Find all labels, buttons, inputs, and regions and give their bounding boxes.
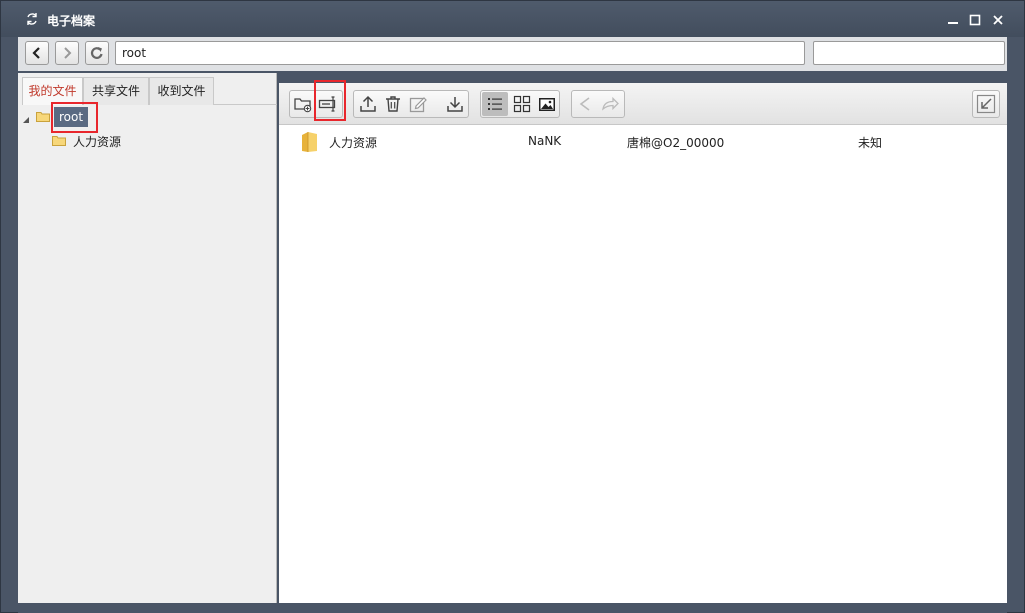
list-view-icon[interactable] xyxy=(482,92,508,116)
window-bottom-border xyxy=(18,603,1007,613)
toolbar-group-view xyxy=(480,90,560,118)
collapse-icon[interactable] xyxy=(976,94,996,114)
file-manager-window: 电子档案 root 我的文件 共享文件 收到文件 root 人力资源 人力资源 … xyxy=(0,0,1025,613)
title-bar: 电子档案 xyxy=(1,1,1024,37)
image-view-icon[interactable] xyxy=(537,94,557,114)
toolbar-group-share xyxy=(571,90,625,118)
upload-icon[interactable] xyxy=(358,94,378,114)
expand-arrow-icon[interactable] xyxy=(22,113,30,123)
main-content: 人力资源 NaNK 唐棉@O2_00000 未知 xyxy=(279,80,1007,603)
toolbar-group-collapse xyxy=(972,90,1000,118)
file-name[interactable]: 人力资源 xyxy=(329,134,377,151)
file-size: NaNK xyxy=(528,134,562,148)
window-title: 电子档案 xyxy=(47,14,96,28)
highlight-box-rename xyxy=(314,80,346,121)
forward-button[interactable] xyxy=(55,41,79,65)
search-input[interactable] xyxy=(813,41,1005,65)
file-owner: 唐棉@O2_00000 xyxy=(627,136,725,150)
refresh-button[interactable] xyxy=(85,41,109,65)
download-icon[interactable] xyxy=(445,94,465,114)
sidebar: 我的文件 共享文件 收到文件 root 人力资源 xyxy=(18,73,277,603)
tab-shared-files[interactable]: 共享文件 xyxy=(83,77,149,105)
highlight-box-root xyxy=(51,102,98,133)
tab-my-files[interactable]: 我的文件 xyxy=(22,77,83,105)
toolbar xyxy=(279,80,1007,125)
close-icon[interactable] xyxy=(992,14,1004,26)
list-item[interactable]: 人力资源 NaNK 唐棉@O2_00000 未知 xyxy=(279,127,1007,155)
folder-icon xyxy=(52,135,66,146)
grid-view-icon[interactable] xyxy=(512,94,532,114)
chevron-left-icon xyxy=(32,47,40,59)
refresh-icon xyxy=(90,47,103,59)
folder-icon xyxy=(299,130,321,157)
tree-node-child[interactable]: 人力资源 xyxy=(18,131,277,151)
folder-icon xyxy=(36,111,50,122)
sidebar-tabs: 我的文件 共享文件 收到文件 xyxy=(22,77,277,105)
new-folder-icon[interactable] xyxy=(293,94,313,114)
minimize-icon[interactable] xyxy=(947,14,959,26)
tree-label-child[interactable]: 人力资源 xyxy=(73,133,121,150)
path-input[interactable]: root xyxy=(115,41,805,65)
maximize-icon[interactable] xyxy=(969,14,981,26)
refresh-icon xyxy=(25,12,39,26)
edit-icon[interactable] xyxy=(408,94,428,114)
share-icon[interactable] xyxy=(575,94,595,114)
navigation-bar: root xyxy=(18,37,1007,71)
forward-icon[interactable] xyxy=(600,94,620,114)
tab-received-files[interactable]: 收到文件 xyxy=(149,77,214,105)
chevron-right-icon xyxy=(64,47,72,59)
back-button[interactable] xyxy=(25,41,49,65)
delete-icon[interactable] xyxy=(383,94,403,114)
file-status: 未知 xyxy=(858,136,883,150)
toolbar-group-file-ops xyxy=(353,90,469,118)
